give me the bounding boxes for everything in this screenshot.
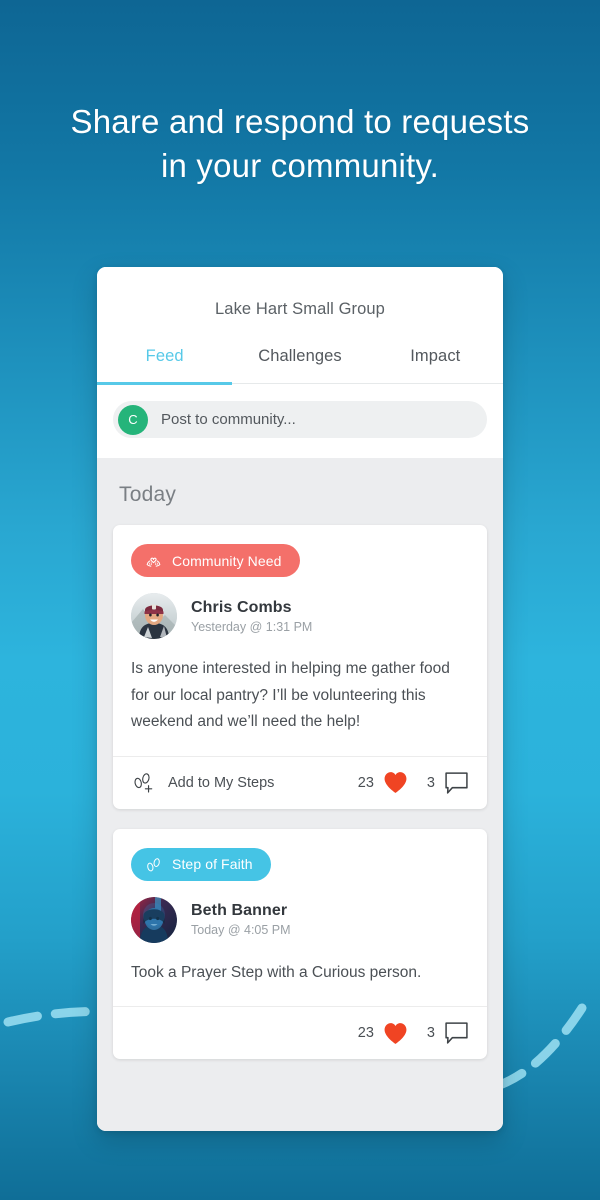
post-action-bar: 23 3 xyxy=(113,1006,487,1059)
feed-post[interactable]: Step of Faith Beth Banner Today @ 4:05 P… xyxy=(113,828,487,1059)
post-composer[interactable]: C Post to community... xyxy=(113,401,487,438)
author-name: Beth Banner xyxy=(191,902,288,919)
like-count: 23 xyxy=(357,1025,374,1041)
heart-icon xyxy=(384,772,407,793)
footsteps-icon xyxy=(147,857,160,871)
like-stat[interactable]: 23 xyxy=(358,1022,408,1045)
tab-challenges-label: Challenges xyxy=(258,347,342,365)
post-badge-community-need[interactable]: Community Need xyxy=(131,544,300,577)
current-user-avatar: C xyxy=(118,404,148,435)
comment-bubble-icon xyxy=(445,1022,468,1044)
author-name: Chris Combs xyxy=(191,598,292,616)
post-badge-step-of-faith[interactable]: Step of Faith xyxy=(131,847,271,881)
author-avatar-photo xyxy=(131,896,177,943)
heart-in-hands-icon xyxy=(146,557,161,567)
dashed-curve-right xyxy=(492,1003,587,1091)
post-stats: 23 3 xyxy=(358,1021,469,1045)
tab-impact[interactable]: Impact xyxy=(368,347,503,383)
post-badge-label: Step of Faith xyxy=(172,856,253,872)
post-author-row: Beth Banner Today @ 4:05 PM xyxy=(131,896,469,943)
post-body-text: Took a Prayer Step with a Curious person… xyxy=(131,963,422,981)
like-count: 23 xyxy=(357,774,374,791)
post-stats: 23 3 xyxy=(358,771,469,795)
author-avatar[interactable] xyxy=(131,593,177,639)
app-header: Lake Hart Small Group Feed Challenges Im… xyxy=(97,267,503,385)
comment-count: 3 xyxy=(426,774,435,791)
comment-count: 3 xyxy=(426,1025,435,1041)
post-timestamp: Yesterday @ 1:31 PM xyxy=(191,619,313,634)
feed-post[interactable]: Community Need Chris Combs Yesterday @ 1… xyxy=(113,525,487,809)
app-screenshot-card: Lake Hart Small Group Feed Challenges Im… xyxy=(97,267,503,1131)
current-user-initial: C xyxy=(128,412,138,427)
active-tab-indicator xyxy=(97,381,233,385)
composer-placeholder: Post to community... xyxy=(161,411,296,428)
tab-feed[interactable]: Feed xyxy=(97,347,232,383)
post-author-row: Chris Combs Yesterday @ 1:31 PM xyxy=(131,593,469,639)
author-meta: Chris Combs Yesterday @ 1:31 PM xyxy=(191,599,312,634)
add-to-my-steps-label: Add to My Steps xyxy=(168,774,275,791)
feed-list: Today Community Need Chris Combs Yesterd… xyxy=(97,458,503,1131)
author-meta: Beth Banner Today @ 4:05 PM xyxy=(191,902,291,937)
post-content: Community Need Chris Combs Yesterday @ 1… xyxy=(113,525,487,756)
tab-challenges[interactable]: Challenges xyxy=(232,347,367,383)
comment-bubble-icon xyxy=(445,771,468,794)
headline-line-2: in your community. xyxy=(160,147,440,184)
like-stat[interactable]: 23 xyxy=(358,771,408,794)
author-avatar[interactable] xyxy=(131,896,177,943)
footsteps-plus-icon xyxy=(134,773,153,793)
author-avatar-photo xyxy=(131,593,177,639)
heart-icon xyxy=(384,1022,407,1044)
tab-bar: Feed Challenges Impact xyxy=(97,347,503,385)
headline-line-1: Share and respond to requests xyxy=(70,103,530,140)
comment-stat[interactable]: 3 xyxy=(427,771,469,795)
post-action-bar: Add to My Steps 23 3 xyxy=(113,755,487,809)
comment-stat[interactable]: 3 xyxy=(427,1021,469,1045)
post-content: Step of Faith Beth Banner Today @ 4:05 P… xyxy=(113,829,487,1007)
tab-impact-label: Impact xyxy=(410,347,461,365)
group-title: Lake Hart Small Group xyxy=(215,300,385,318)
post-timestamp: Today @ 4:05 PM xyxy=(191,923,291,937)
add-to-my-steps-button[interactable]: Add to My Steps xyxy=(131,769,358,796)
tab-feed-label: Feed xyxy=(145,347,184,365)
feed-day-label: Today xyxy=(119,483,177,506)
post-badge-label: Community Need xyxy=(172,552,282,569)
page-title: Share and respond to requests in your co… xyxy=(0,100,600,188)
composer-section: C Post to community... xyxy=(97,384,503,458)
post-body-text: Is anyone interested in helping me gathe… xyxy=(131,660,450,730)
